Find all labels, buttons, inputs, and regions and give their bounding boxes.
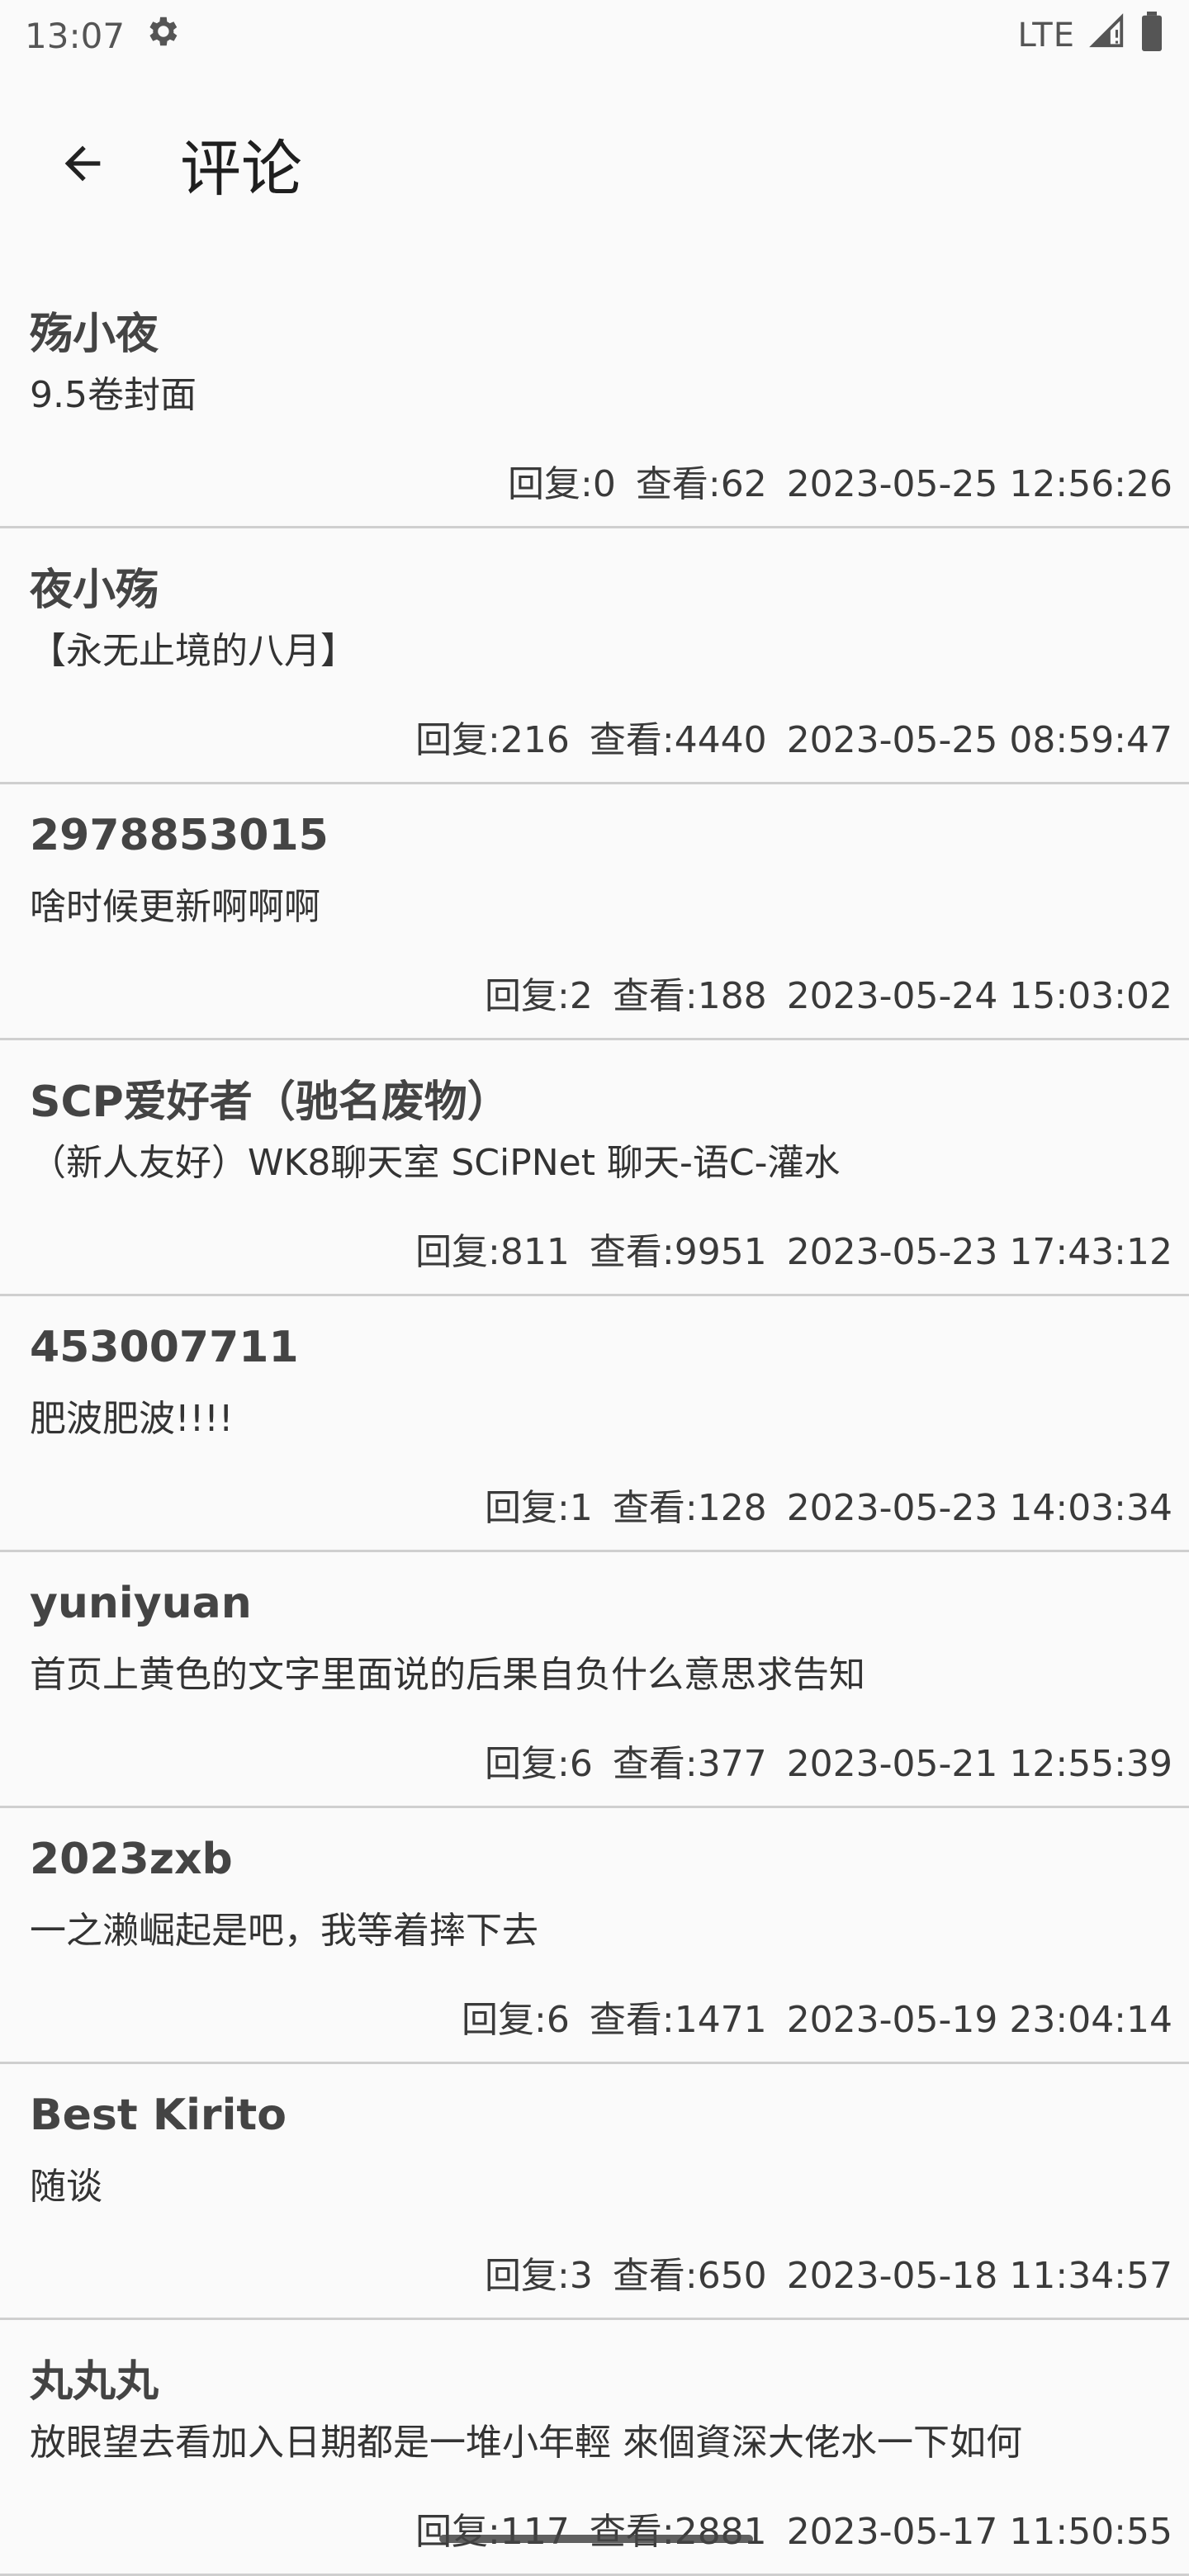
view-count: 查看:650 [612, 2255, 767, 2297]
comment-datetime: 2023-05-23 14:03:34 [786, 1487, 1172, 1529]
list-item[interactable]: 夜小殇 【永无止境的八月】 回复:216 查看:4440 2023-05-25 … [0, 528, 1189, 784]
view-count: 查看:2881 [589, 2511, 767, 2553]
comment-meta: 回复:117 查看:2881 2023-05-17 11:50:55 [415, 2502, 1172, 2555]
reply-count: 回复:6 [462, 1999, 570, 2041]
comment-meta: 回复:216 查看:4440 2023-05-25 08:59:47 [415, 710, 1172, 763]
list-item[interactable]: 2023zxb 一之濑崛起是吧，我等着摔下去 回复:6 查看:1471 2023… [0, 1808, 1189, 2064]
battery-icon [1139, 12, 1164, 59]
comment-meta: 回复:1 查看:128 2023-05-23 14:03:34 [485, 1478, 1172, 1531]
comment-subject: 随谈 [30, 2166, 102, 2208]
comment-datetime: 2023-05-25 08:59:47 [786, 719, 1172, 761]
comment-meta: 回复:6 查看:377 2023-05-21 12:55:39 [485, 1734, 1172, 1787]
reply-count: 回复:6 [485, 1743, 593, 1785]
view-count: 查看:1471 [589, 1999, 767, 2041]
reply-count: 回复:117 [415, 2511, 570, 2553]
reply-count: 回复:1 [485, 1487, 593, 1529]
comment-author: SCP爱好者（驰名废物） [30, 1077, 510, 1127]
network-type: LTE [1017, 17, 1075, 54]
arrow-back-icon [64, 145, 101, 182]
comment-datetime: 2023-05-21 12:55:39 [786, 1743, 1172, 1785]
reply-count: 回复:216 [415, 719, 570, 761]
comment-subject: 9.5卷封面 [30, 374, 197, 416]
view-count: 查看:62 [635, 463, 767, 505]
comment-meta: 回复:0 查看:62 2023-05-25 12:56:26 [508, 454, 1172, 507]
comment-author: Best Kirito [30, 2091, 287, 2140]
comment-author: 453007711 [30, 1323, 299, 1372]
comment-subject: 啥时候更新啊啊啊 [30, 886, 320, 928]
view-count: 查看:377 [612, 1743, 767, 1785]
status-left: 13:07 [25, 12, 181, 59]
signal-icon [1088, 12, 1126, 59]
comment-meta: 回复:6 查看:1471 2023-05-19 23:04:14 [462, 1990, 1172, 2043]
comment-datetime: 2023-05-24 15:03:02 [786, 975, 1172, 1017]
comment-author: 殇小夜 [30, 310, 159, 359]
list-item[interactable]: 殇小夜 9.5卷封面 回复:0 查看:62 2023-05-25 12:56:2… [0, 272, 1189, 528]
comment-author: 2978853015 [30, 811, 329, 860]
status-bar: 13:07 LTE [0, 0, 1189, 71]
comment-subject: 肥波肥波!!!! [30, 1398, 234, 1440]
list-item[interactable]: Best Kirito 随谈 回复:3 查看:650 2023-05-18 11… [0, 2064, 1189, 2320]
page-title: 评论 [180, 133, 302, 205]
view-count: 查看:128 [612, 1487, 767, 1529]
comment-list: 殇小夜 9.5卷封面 回复:0 查看:62 2023-05-25 12:56:2… [0, 272, 1189, 2576]
home-indicator[interactable] [439, 2535, 753, 2543]
list-item[interactable]: 453007711 肥波肥波!!!! 回复:1 查看:128 2023-05-2… [0, 1296, 1189, 1552]
comment-datetime: 2023-05-23 17:43:12 [786, 1231, 1172, 1273]
status-right: LTE [1018, 12, 1164, 59]
comment-datetime: 2023-05-25 12:56:26 [786, 463, 1172, 505]
comment-meta: 回复:3 查看:650 2023-05-18 11:34:57 [485, 2246, 1172, 2299]
comment-author: 丸丸丸 [30, 2357, 159, 2407]
comment-subject: 首页上黄色的文字里面说的后果自负什么意思求告知 [30, 1654, 865, 1696]
list-item[interactable]: 2978853015 啥时候更新啊啊啊 回复:2 查看:188 2023-05-… [0, 784, 1189, 1040]
comment-datetime: 2023-05-17 11:50:55 [786, 2511, 1172, 2553]
comment-datetime: 2023-05-18 11:34:57 [786, 2255, 1172, 2297]
view-count: 查看:9951 [589, 1231, 767, 1273]
comment-subject: （新人友好）WK8聊天室 SCiPNet 聊天-语C-灌水 [30, 1142, 841, 1184]
comment-subject: 一之濑崛起是吧，我等着摔下去 [30, 1910, 538, 1952]
list-item[interactable]: yuniyuan 首页上黄色的文字里面说的后果自负什么意思求告知 回复:6 查看… [0, 1552, 1189, 1808]
status-time: 13:07 [25, 15, 126, 56]
reply-count: 回复:2 [485, 975, 593, 1017]
comment-meta: 回复:2 查看:188 2023-05-24 15:03:02 [485, 966, 1172, 1019]
view-count: 查看:188 [612, 975, 767, 1017]
comment-author: 夜小殇 [30, 566, 159, 615]
back-button[interactable] [50, 130, 116, 197]
settings-gear-icon [143, 12, 181, 59]
comment-subject: 【永无止境的八月】 [30, 630, 357, 672]
reply-count: 回复:3 [485, 2255, 593, 2297]
comment-author: 2023zxb [30, 1835, 233, 1884]
reply-count: 回复:0 [508, 463, 616, 505]
view-count: 查看:4440 [589, 719, 767, 761]
comment-datetime: 2023-05-19 23:04:14 [786, 1999, 1172, 2041]
reply-count: 回复:811 [415, 1231, 570, 1273]
comment-subject: 放眼望去看加入日期都是一堆小年輕 來個資深大佬水一下如何 [30, 2422, 1022, 2464]
comment-author: yuniyuan [30, 1579, 252, 1628]
list-item[interactable]: SCP爱好者（驰名废物） （新人友好）WK8聊天室 SCiPNet 聊天-语C-… [0, 1040, 1189, 1296]
comment-meta: 回复:811 查看:9951 2023-05-23 17:43:12 [415, 1222, 1172, 1275]
app-bar: 评论 [0, 83, 1189, 244]
